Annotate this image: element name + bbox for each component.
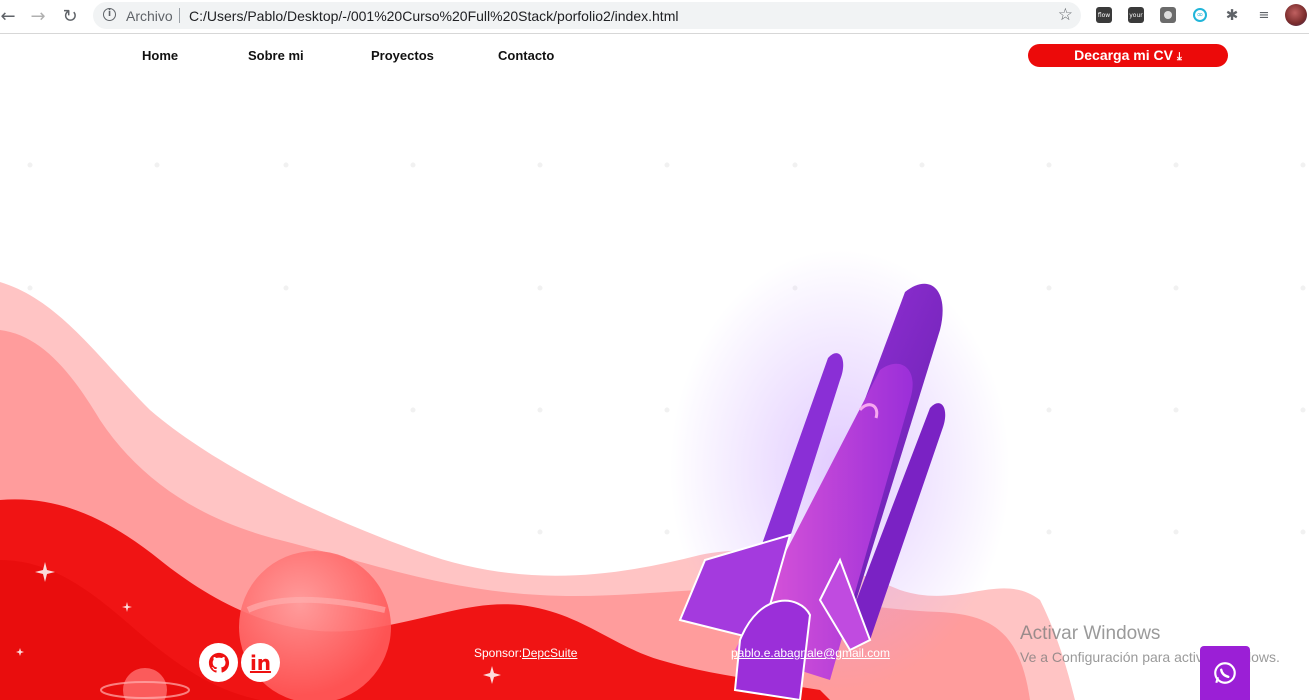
puzzle-extensions-icon[interactable]: ✱: [1224, 6, 1240, 24]
address-bar[interactable]: i Archivo C:/Users/Pablo/Desktop/-/001%2…: [93, 2, 1081, 29]
flow-extension-icon[interactable]: flow: [1096, 7, 1112, 23]
windows-activation-title: Activar Windows: [1020, 623, 1161, 644]
browser-toolbar: ← → ↻ i Archivo C:/Users/Pablo/Desktop/-…: [0, 0, 1309, 34]
site-info-label[interactable]: Archivo: [126, 8, 173, 24]
email-link[interactable]: pablo.e.abagnale@gmail.com: [731, 646, 890, 660]
avatar[interactable]: [1285, 4, 1307, 26]
infinity-extension-icon[interactable]: ∞: [1192, 7, 1208, 23]
hero-illustration: [0, 162, 1306, 700]
arrow-right-icon[interactable]: →: [26, 5, 50, 27]
star-icon[interactable]: ☆: [1058, 5, 1073, 25]
omnibox-divider: [179, 8, 180, 23]
github-icon: [208, 652, 229, 673]
arrow-left-icon[interactable]: ←: [0, 5, 20, 27]
grey-extension-icon[interactable]: [1160, 7, 1176, 23]
whatsapp-button[interactable]: [1200, 646, 1250, 700]
sponsor-label: Sponsor:: [474, 646, 523, 660]
reload-icon[interactable]: ↻: [58, 5, 82, 27]
linkedin-icon: in: [249, 650, 272, 675]
reading-list-icon[interactable]: ≡: [1256, 7, 1272, 23]
linkedin-button[interactable]: in: [241, 643, 280, 682]
sponsor-link[interactable]: DepcSuite: [522, 646, 577, 660]
github-button[interactable]: [199, 643, 238, 682]
whatsapp-icon: [1214, 662, 1236, 684]
url-text[interactable]: C:/Users/Pablo/Desktop/-/001%20Curso%20F…: [189, 8, 678, 24]
your-extension-icon[interactable]: your: [1128, 7, 1144, 23]
info-icon[interactable]: i: [103, 8, 116, 21]
sponsor-text: Sponsor:DepcSuite: [474, 646, 577, 660]
